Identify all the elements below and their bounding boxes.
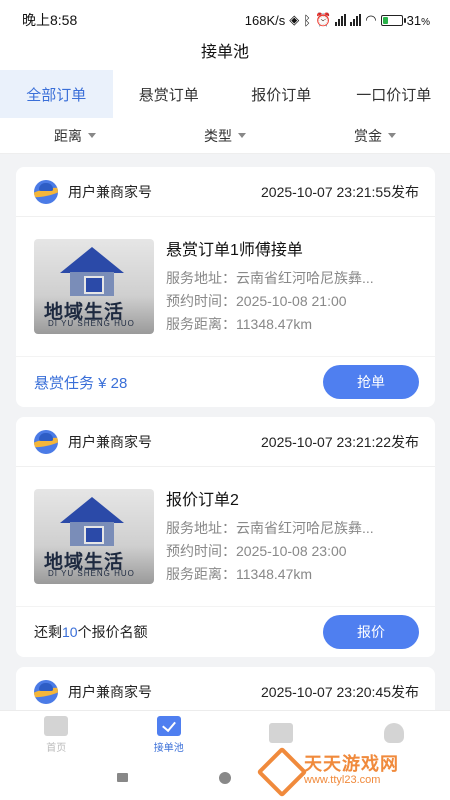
watermark: 天天游戏网 www.ttyl23.com bbox=[262, 752, 399, 788]
service-distance: 服务距离：11348.47km bbox=[166, 565, 313, 582]
page-title: 接单池 bbox=[0, 40, 450, 70]
filter-type-label: 类型 bbox=[204, 127, 232, 144]
order-card-header: 用户兼商家号 2025-10-07 23:21:55发布 bbox=[16, 167, 435, 217]
filter-reward[interactable]: 赏金 bbox=[300, 118, 450, 153]
appointment-time: 预约时间：2025-10-08 21:00 bbox=[166, 292, 347, 309]
tab-all-orders[interactable]: 全部订单 bbox=[0, 70, 113, 118]
order-publisher: 用户兼商家号 bbox=[34, 679, 152, 704]
wallet-icon bbox=[269, 723, 294, 743]
wifi-icon: ◠ bbox=[365, 12, 377, 27]
publisher-name: 用户兼商家号 bbox=[68, 183, 152, 200]
order-card-header: 用户兼商家号 2025-10-07 23:21:22发布 bbox=[16, 417, 435, 467]
tab-fixed-price-orders[interactable]: 一口价订单 bbox=[338, 70, 450, 118]
order-card[interactable]: 用户兼商家号 2025-10-07 23:21:55发布 地域生活 DI YU … bbox=[16, 167, 435, 407]
publish-time: 2025-10-07 23:20:45发布 bbox=[261, 683, 419, 700]
alarm-icon: ⏰ bbox=[315, 12, 332, 27]
nav-home[interactable]: 首页 bbox=[0, 711, 113, 758]
order-card-header: 用户兼商家号 2025-10-07 23:20:45发布 bbox=[16, 667, 435, 710]
publisher-name: 用户兼商家号 bbox=[68, 683, 152, 700]
watermark-url: www.ttyl23.com bbox=[304, 773, 381, 786]
status-time: 晚上8:58 bbox=[22, 12, 78, 28]
order-card-body: 地域生活 DI YU SHENG HUO 悬赏订单1师傅接单 服务地址：云南省红… bbox=[16, 217, 435, 357]
filter-distance-label: 距离 bbox=[54, 127, 82, 144]
grab-order-button[interactable]: 抢单 bbox=[323, 365, 419, 399]
order-card[interactable]: 用户兼商家号 2025-10-07 23:21:22发布 地域生活 DI YU … bbox=[16, 417, 435, 657]
caret-down-icon bbox=[388, 133, 396, 138]
status-bar: 晚上8:58 168K/s ◈ ᛒ ⏰ ◠ 31% bbox=[0, 0, 450, 40]
home-button[interactable] bbox=[219, 772, 231, 784]
thumbnail-logo-subtext: DI YU SHENG HUO bbox=[48, 319, 135, 328]
order-card-footer: 悬赏任务 ¥ 28 抢单 bbox=[16, 357, 435, 407]
watermark-title: 天天游戏网 bbox=[304, 753, 399, 774]
publish-time: 2025-10-07 23:21:22发布 bbox=[261, 433, 419, 450]
order-publisher: 用户兼商家号 bbox=[34, 179, 152, 204]
publish-time: 2025-10-07 23:21:55发布 bbox=[261, 183, 419, 200]
nfc-icon: ◈ bbox=[289, 12, 300, 27]
filter-bar: 距离 类型 赏金 bbox=[0, 118, 450, 154]
order-list: 用户兼商家号 2025-10-07 23:21:55发布 地域生活 DI YU … bbox=[0, 154, 450, 710]
quote-button[interactable]: 报价 bbox=[323, 615, 419, 649]
tab-quote-orders[interactable]: 报价订单 bbox=[225, 70, 338, 118]
caret-down-icon bbox=[238, 133, 246, 138]
order-card-footer: 还剩10个报价名额 报价 bbox=[16, 607, 435, 657]
user-icon bbox=[383, 723, 404, 743]
signal-icon bbox=[350, 14, 362, 26]
quote-quota: 还剩10个报价名额 bbox=[34, 624, 148, 640]
nav-order-pool-label: 接单池 bbox=[153, 742, 184, 754]
house-logo-icon bbox=[60, 497, 124, 523]
nav-order-pool[interactable]: 接单池 bbox=[113, 711, 226, 758]
house-logo-icon bbox=[60, 247, 124, 273]
watermark-logo-icon bbox=[262, 752, 298, 788]
service-address: 服务地址：云南省红河哈尼族彝... bbox=[166, 519, 374, 536]
order-pool-check-icon bbox=[156, 715, 181, 736]
filter-distance[interactable]: 距离 bbox=[0, 118, 150, 153]
network-speed: 168K/s bbox=[244, 12, 286, 28]
order-thumbnail: 地域生活 DI YU SHENG HUO bbox=[34, 239, 154, 334]
thumbnail-logo-subtext: DI YU SHENG HUO bbox=[48, 569, 135, 578]
order-type-tabs: 全部订单 悬赏订单 报价订单 一口价订单 bbox=[0, 70, 450, 118]
service-address: 服务地址：云南省红河哈尼族彝... bbox=[166, 269, 374, 286]
battery-icon bbox=[380, 14, 406, 26]
home-store-icon bbox=[44, 715, 69, 736]
caret-down-icon bbox=[88, 133, 96, 138]
order-info: 报价订单2 服务地址：云南省红河哈尼族彝... 预约时间：2025-10-08 … bbox=[166, 486, 420, 588]
nav-home-label: 首页 bbox=[46, 742, 67, 754]
order-card-body: 地域生活 DI YU SHENG HUO 报价订单2 服务地址：云南省红河哈尼族… bbox=[16, 467, 435, 607]
order-title: 悬赏订单1师傅接单 bbox=[166, 241, 303, 259]
battery-percent: 31% bbox=[406, 12, 430, 28]
order-publisher: 用户兼商家号 bbox=[34, 429, 152, 454]
bluetooth-icon: ᛒ bbox=[303, 12, 312, 28]
order-card[interactable]: 用户兼商家号 2025-10-07 23:20:45发布 bbox=[16, 667, 435, 710]
publisher-name: 用户兼商家号 bbox=[68, 433, 152, 450]
order-info: 悬赏订单1师傅接单 服务地址：云南省红河哈尼族彝... 预约时间：2025-10… bbox=[166, 236, 420, 338]
appointment-time: 预约时间：2025-10-08 23:00 bbox=[166, 542, 347, 559]
order-thumbnail: 地域生活 DI YU SHENG HUO bbox=[34, 489, 154, 584]
service-distance: 服务距离：11348.47km bbox=[166, 315, 313, 332]
tab-reward-orders[interactable]: 悬赏订单 bbox=[113, 70, 226, 118]
signal-icon bbox=[335, 14, 347, 26]
filter-reward-label: 赏金 bbox=[354, 127, 382, 144]
order-title: 报价订单2 bbox=[166, 491, 239, 509]
avatar bbox=[34, 679, 58, 704]
recent-apps-button[interactable] bbox=[117, 773, 128, 782]
bottom-nav: 首页 接单池 bbox=[0, 710, 450, 758]
reward-amount: 悬赏任务 ¥ 28 bbox=[34, 374, 128, 392]
avatar bbox=[34, 429, 58, 454]
avatar bbox=[34, 179, 58, 204]
nav-profile[interactable] bbox=[338, 711, 450, 758]
filter-type[interactable]: 类型 bbox=[150, 118, 300, 153]
status-icons: 168K/s ◈ ᛒ ⏰ ◠ 31% bbox=[245, 12, 430, 28]
